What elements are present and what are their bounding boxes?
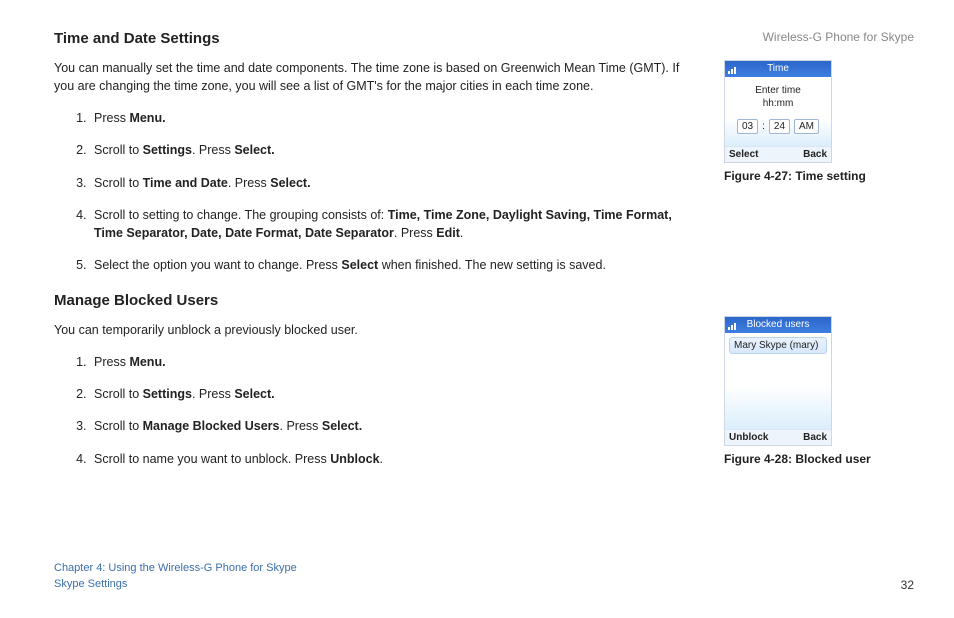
section1-intro: You can manually set the time and date c…	[54, 59, 694, 95]
step-bold: Select.	[234, 387, 274, 401]
step-text: . Press	[280, 419, 322, 433]
phone-titlebar: Time	[725, 61, 831, 77]
list-item: Scroll to setting to change. The groupin…	[90, 206, 694, 242]
signal-icon	[728, 64, 738, 74]
phone-screen: Enter time hh:mm 03 : 24 AM	[725, 77, 831, 146]
section1-steps: Press Menu. Scroll to Settings. Press Se…	[54, 109, 694, 274]
step-bold: Unblock	[330, 452, 379, 466]
step-bold: Time and Date	[143, 176, 228, 190]
step-bold: Menu.	[129, 111, 165, 125]
softkey-right: Back	[803, 149, 827, 160]
footer-chapter-line1: Chapter 4: Using the Wireless-G Phone fo…	[54, 561, 297, 576]
step-bold: Edit	[436, 226, 460, 240]
colon: :	[762, 121, 765, 132]
figure-caption: Figure 4-27: Time setting	[724, 169, 914, 183]
step-text: . Press	[192, 143, 234, 157]
step-text: Scroll to name you want to unblock. Pres…	[94, 452, 330, 466]
hour-field: 03	[737, 119, 758, 134]
step-bold: Menu.	[129, 355, 165, 369]
figure-caption: Figure 4-28: Blocked user	[724, 452, 914, 466]
list-item: Scroll to Time and Date. Press Select.	[90, 174, 694, 192]
step-text: Scroll to	[94, 419, 143, 433]
list-item: Press Menu.	[90, 109, 694, 127]
minute-field: 24	[769, 119, 790, 134]
step-text: Press	[94, 111, 129, 125]
softkey-left: Select	[729, 149, 758, 160]
step-text: .	[380, 452, 383, 466]
footer-chapter: Chapter 4: Using the Wireless-G Phone fo…	[54, 561, 297, 592]
step-bold: Select.	[270, 176, 310, 190]
step-text: Select the option you want to change. Pr…	[94, 258, 341, 272]
phone-line2: hh:mm	[731, 98, 825, 109]
list-item: Scroll to Settings. Press Select.	[90, 141, 694, 159]
ampm-field: AM	[794, 119, 819, 134]
page-footer: Chapter 4: Using the Wireless-G Phone fo…	[54, 561, 914, 592]
phone-titlebar: Blocked users	[725, 317, 831, 333]
titlebar-text: Blocked users	[747, 319, 810, 330]
list-item: Scroll to Settings. Press Select.	[90, 385, 694, 403]
step-text: . Press	[192, 387, 234, 401]
page-number: 32	[901, 578, 914, 592]
step-text: Press	[94, 355, 129, 369]
section2-intro: You can temporarily unblock a previously…	[54, 321, 694, 339]
list-item: Scroll to Manage Blocked Users. Press Se…	[90, 417, 694, 435]
step-text: Scroll to	[94, 387, 143, 401]
step-bold: Manage Blocked Users	[143, 419, 280, 433]
softkey-right: Back	[803, 432, 827, 443]
step-text: Scroll to setting to change. The groupin…	[94, 208, 388, 222]
step-bold: Select.	[322, 419, 362, 433]
section2-steps: Press Menu. Scroll to Settings. Press Se…	[54, 353, 694, 468]
step-text: when finished. The new setting is saved.	[378, 258, 606, 272]
section1-title: Time and Date Settings	[54, 30, 694, 47]
titlebar-text: Time	[767, 63, 789, 74]
header-product: Wireless-G Phone for Skype	[763, 30, 914, 44]
step-bold: Select.	[234, 143, 274, 157]
step-text: . Press	[228, 176, 270, 190]
step-bold: Settings	[143, 143, 192, 157]
footer-chapter-line2: Skype Settings	[54, 577, 297, 592]
list-item: Scroll to name you want to unblock. Pres…	[90, 450, 694, 468]
step-bold: Settings	[143, 387, 192, 401]
step-text: Scroll to	[94, 176, 143, 190]
step-bold: Select	[341, 258, 378, 272]
list-item: Press Menu.	[90, 353, 694, 371]
blocked-user-item: Mary Skype (mary)	[729, 337, 827, 354]
phone-screen: Mary Skype (mary)	[725, 333, 831, 429]
step-text: . Press	[394, 226, 436, 240]
phone-mock: Time Enter time hh:mm 03 : 24 AM Select …	[724, 60, 832, 163]
softkey-bar: Unblock Back	[725, 429, 831, 445]
main-content: Time and Date Settings You can manually …	[54, 30, 694, 468]
softkey-bar: Select Back	[725, 146, 831, 162]
figure-blocked-user: Blocked users Mary Skype (mary) Unblock …	[724, 316, 914, 466]
list-item: Select the option you want to change. Pr…	[90, 256, 694, 274]
step-text: .	[460, 226, 463, 240]
phone-line1: Enter time	[731, 85, 825, 96]
time-input-row: 03 : 24 AM	[731, 119, 825, 134]
phone-mock: Blocked users Mary Skype (mary) Unblock …	[724, 316, 832, 446]
signal-icon	[728, 320, 738, 330]
figure-time-setting: Time Enter time hh:mm 03 : 24 AM Select …	[724, 60, 914, 183]
section2-title: Manage Blocked Users	[54, 292, 694, 309]
step-text: Scroll to	[94, 143, 143, 157]
softkey-left: Unblock	[729, 432, 768, 443]
